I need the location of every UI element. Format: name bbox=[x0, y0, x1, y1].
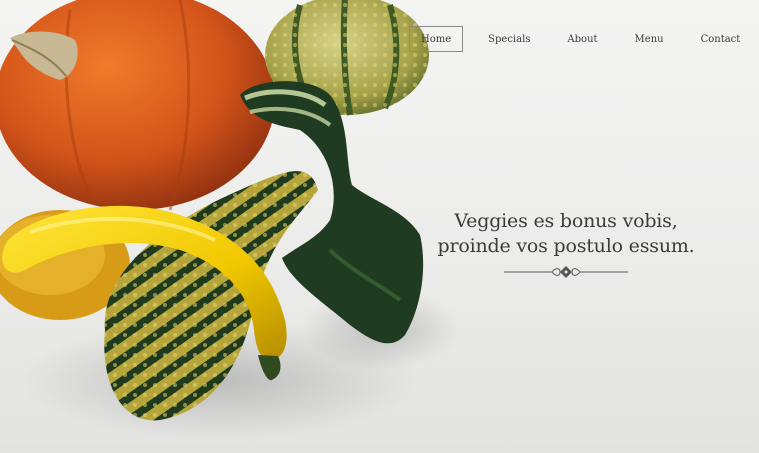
flourish-divider-icon bbox=[504, 266, 628, 278]
nav-item-home[interactable]: Home bbox=[409, 26, 464, 52]
hero-section: Home Specials About Menu Contact Veggies… bbox=[0, 0, 759, 453]
headline-line-2: proinde vos postulo essum. bbox=[437, 235, 695, 257]
nav-item-specials[interactable]: Specials bbox=[476, 26, 542, 52]
main-nav: Home Specials About Menu Contact bbox=[409, 25, 752, 53]
headline-line-1: Veggies es bonus vobis, bbox=[454, 210, 678, 232]
nav-item-about[interactable]: About bbox=[555, 26, 609, 52]
nav-item-contact[interactable]: Contact bbox=[689, 26, 753, 52]
hero-headline: Veggies es bonus vobis, proinde vos post… bbox=[420, 209, 712, 279]
nav-item-menu[interactable]: Menu bbox=[623, 26, 676, 52]
